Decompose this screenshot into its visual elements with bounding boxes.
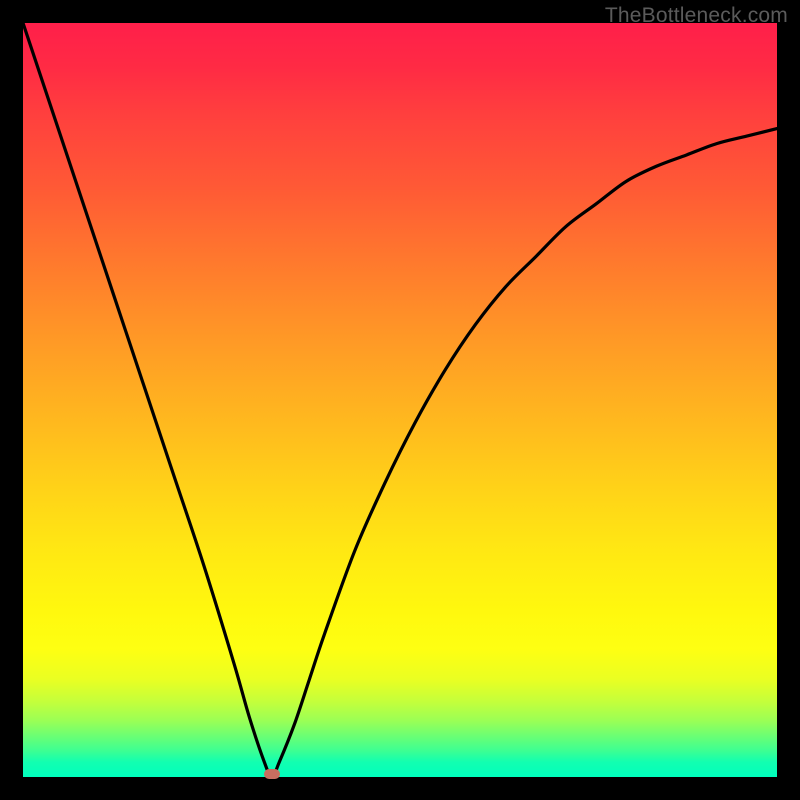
balance-marker [264,769,280,779]
watermark-text: TheBottleneck.com [605,4,788,28]
curve-line [23,23,777,777]
bottleneck-curve [23,23,777,777]
chart-plot-area [23,23,777,777]
chart-frame: TheBottleneck.com [0,0,800,800]
